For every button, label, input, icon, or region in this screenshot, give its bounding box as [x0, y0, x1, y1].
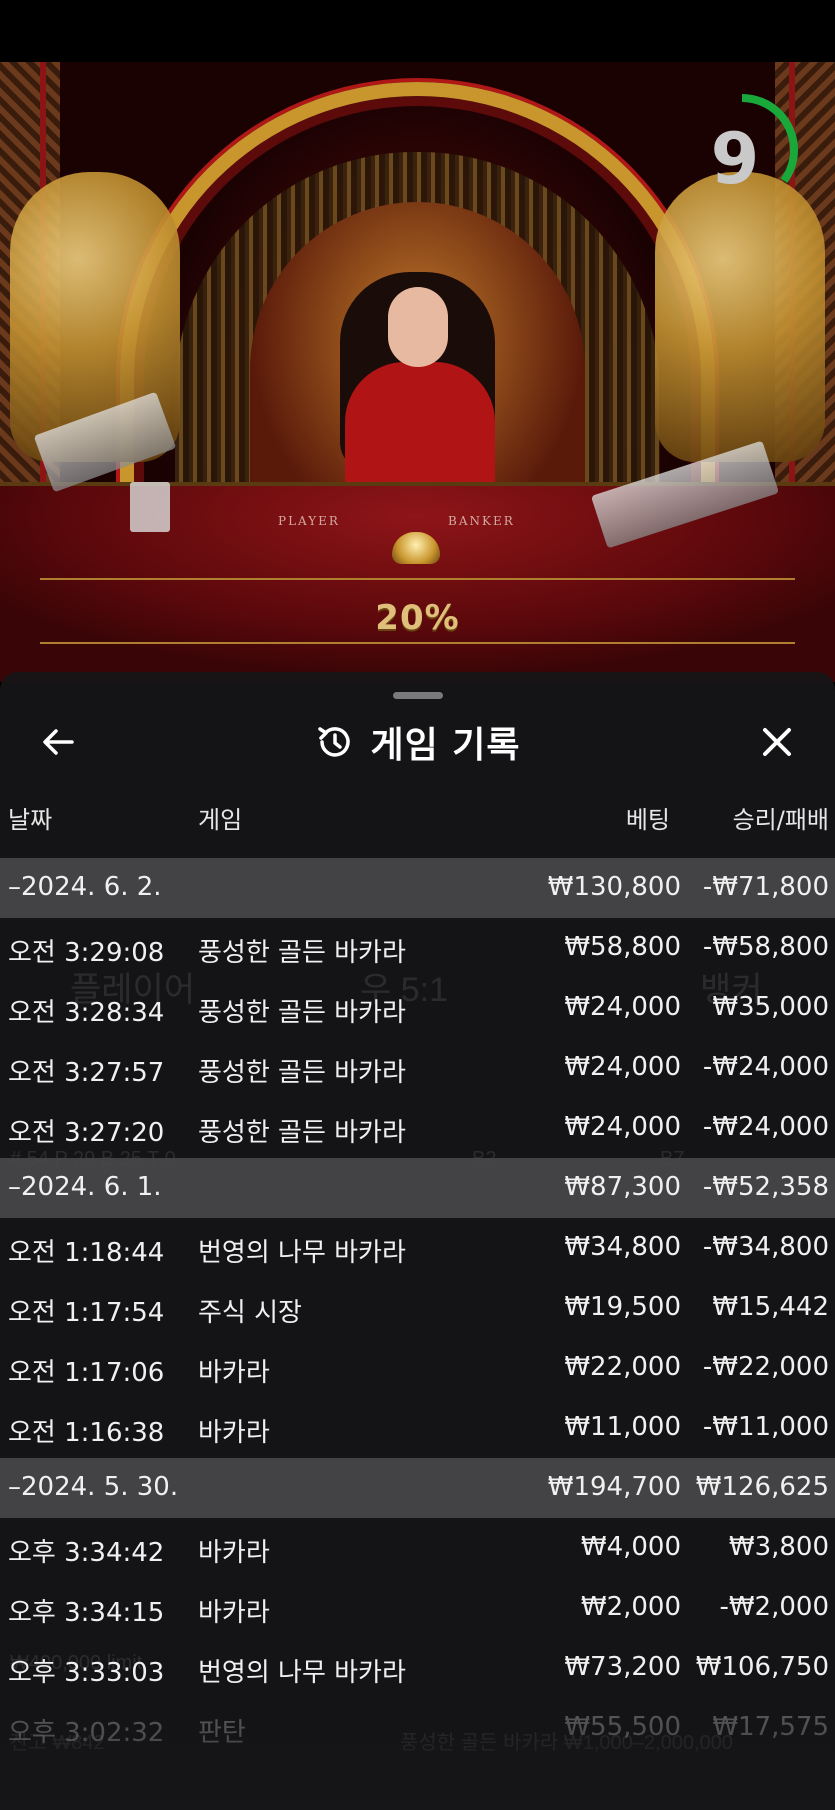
close-icon — [763, 728, 791, 756]
row-win-loss: ₩126,625 — [695, 1472, 829, 1502]
row-win-loss: -₩58,800 — [702, 932, 829, 962]
row-win-loss: -₩11,000 — [702, 1412, 829, 1442]
row-game-name: 번영의 나무 바카라 — [198, 1238, 406, 1268]
row-date: 오전 1:17:06 — [8, 1358, 165, 1388]
column-header-game: 게임 — [198, 806, 243, 834]
history-row[interactable]: 오전 3:29:08 풍성한 골든 바카라 ₩58,800 -₩58,800 — [0, 918, 835, 978]
history-row[interactable]: 오후 3:34:15 바카라 ₩2,000 -₩2,000 — [0, 1578, 835, 1638]
row-bet-amount: ₩4,000 — [580, 1532, 681, 1562]
row-date: 오전 3:29:08 — [8, 938, 165, 968]
row-bet-amount: ₩2,000 — [580, 1592, 681, 1622]
row-date: 오전 3:27:57 — [8, 1058, 165, 1088]
date-group-row[interactable]: –2024. 5. 30. ₩194,700 ₩126,625 — [0, 1458, 835, 1518]
row-win-loss: ₩15,442 — [712, 1292, 829, 1322]
history-row[interactable]: 오전 1:17:54 주식 시장 ₩19,500 ₩15,442 — [0, 1278, 835, 1338]
row-date: 오후 3:02:32 — [8, 1718, 165, 1748]
sheet-drag-handle[interactable] — [393, 692, 443, 699]
sheet-title: 게임 기록 — [370, 725, 521, 766]
column-header-win-loss: 승리/패배 — [732, 806, 829, 834]
date-group-row[interactable]: –2024. 6. 2. ₩130,800 -₩71,800 — [0, 858, 835, 918]
row-date: 오후 3:34:42 — [8, 1538, 165, 1568]
row-date: 오전 1:16:38 — [8, 1418, 165, 1448]
row-date: 오후 3:33:03 — [8, 1658, 165, 1688]
row-date: 오후 3:34:15 — [8, 1598, 165, 1628]
bonus-percentage: 20% — [375, 598, 460, 638]
row-bet-amount: ₩58,800 — [564, 932, 681, 962]
row-bet-amount: ₩19,500 — [564, 1292, 681, 1322]
sheet-header: 게임 기록 — [0, 708, 835, 776]
row-bet-amount: ₩194,700 — [547, 1472, 681, 1502]
row-game-name: 바카라 — [198, 1538, 270, 1568]
arrow-left-icon — [43, 729, 74, 755]
row-game-name: 풍성한 골든 바카라 — [198, 938, 406, 968]
bonus-divider-bottom — [40, 642, 795, 644]
history-row[interactable]: 오전 1:18:44 번영의 나무 바카라 ₩34,800 -₩34,800 — [0, 1218, 835, 1278]
table-banker-label: BANKER — [448, 514, 515, 528]
history-row[interactable]: 오후 3:33:03 번영의 나무 바카라 ₩73,200 ₩106,750 — [0, 1638, 835, 1698]
row-win-loss: ₩3,800 — [728, 1532, 829, 1562]
row-bet-amount: ₩87,300 — [564, 1172, 681, 1202]
row-game-name: 풍성한 골든 바카라 — [198, 1118, 406, 1148]
row-game-name: 판탄 — [198, 1718, 246, 1748]
row-game-name: 바카라 — [198, 1358, 270, 1388]
bonus-divider-top — [40, 578, 795, 580]
history-row[interactable]: 오전 1:16:38 바카라 ₩11,000 -₩11,000 — [0, 1398, 835, 1458]
close-button[interactable] — [749, 714, 805, 770]
row-win-loss: ₩17,575 — [712, 1712, 829, 1742]
row-win-loss: ₩106,750 — [695, 1652, 829, 1682]
row-bet-amount: ₩34,800 — [564, 1232, 681, 1262]
row-game-name: 번영의 나무 바카라 — [198, 1658, 406, 1688]
row-date: 오전 3:28:34 — [8, 998, 165, 1028]
row-date: 오전 3:27:20 — [8, 1118, 165, 1148]
row-win-loss: -₩2,000 — [719, 1592, 829, 1622]
card-stack — [130, 482, 170, 532]
row-win-loss: -₩34,800 — [702, 1232, 829, 1262]
dealer-face — [388, 287, 448, 367]
row-bet-amount: ₩11,000 — [564, 1412, 681, 1442]
column-header-date: 날짜 — [8, 806, 53, 834]
history-row[interactable]: 오후 3:02:32 판탄 ₩55,500 ₩17,575 — [0, 1698, 835, 1758]
row-date: –2024. 6. 2. — [8, 872, 162, 902]
row-game-name: 풍성한 골든 바카라 — [198, 998, 406, 1028]
row-win-loss: -₩52,358 — [702, 1172, 829, 1202]
row-win-loss: -₩71,800 — [702, 872, 829, 902]
row-date: 오전 1:17:54 — [8, 1298, 165, 1328]
row-date: 오전 1:18:44 — [8, 1238, 165, 1268]
status-bar — [0, 0, 835, 62]
row-date: –2024. 6. 1. — [8, 1172, 162, 1202]
row-bet-amount: ₩55,500 — [564, 1712, 681, 1742]
row-bet-amount: ₩22,000 — [564, 1352, 681, 1382]
row-game-name: 바카라 — [198, 1418, 270, 1448]
row-bet-amount: ₩24,000 — [564, 1052, 681, 1082]
row-bet-amount: ₩130,800 — [547, 872, 681, 902]
row-date: –2024. 5. 30. — [8, 1472, 179, 1502]
row-win-loss: -₩24,000 — [702, 1112, 829, 1142]
row-win-loss: ₩35,000 — [712, 992, 829, 1022]
history-icon — [318, 727, 351, 757]
row-win-loss: -₩22,000 — [702, 1352, 829, 1382]
row-bet-amount: ₩24,000 — [564, 1112, 681, 1142]
table-player-label: PLAYER — [278, 514, 340, 528]
history-list: –2024. 6. 2. ₩130,800 -₩71,800 오전 3:29:08 풍성… — [0, 858, 835, 1758]
history-row[interactable]: 오후 3:34:42 바카라 ₩4,000 ₩3,800 — [0, 1518, 835, 1578]
row-win-loss: -₩24,000 — [702, 1052, 829, 1082]
row-bet-amount: ₩73,200 — [564, 1652, 681, 1682]
countdown-timer: 9 — [690, 90, 800, 230]
row-game-name: 바카라 — [198, 1598, 270, 1628]
row-bet-amount: ₩24,000 — [564, 992, 681, 1022]
row-game-name: 풍성한 골든 바카라 — [198, 1058, 406, 1088]
date-group-row[interactable]: –2024. 6. 1. ₩87,300 -₩52,358 — [0, 1158, 835, 1218]
back-button[interactable] — [30, 714, 86, 770]
timer-value: 9 — [710, 118, 760, 200]
history-row[interactable]: 오전 3:27:57 풍성한 골든 바카라 ₩24,000 -₩24,000 — [0, 1038, 835, 1098]
history-row[interactable]: 오전 3:28:34 풍성한 골든 바카라 ₩24,000 ₩35,000 — [0, 978, 835, 1038]
column-header-bet: 베팅 — [625, 806, 670, 834]
history-row[interactable]: 오전 1:17:06 바카라 ₩22,000 -₩22,000 — [0, 1338, 835, 1398]
row-game-name: 주식 시장 — [198, 1298, 302, 1328]
game-history-sheet: 플레이어 우 5:1 뱅커 # 54 P 29 B 25 T 0 B2 B7 ₩… — [0, 672, 835, 1810]
history-row[interactable]: 오전 3:27:20 풍성한 골든 바카라 ₩24,000 -₩24,000 — [0, 1098, 835, 1158]
